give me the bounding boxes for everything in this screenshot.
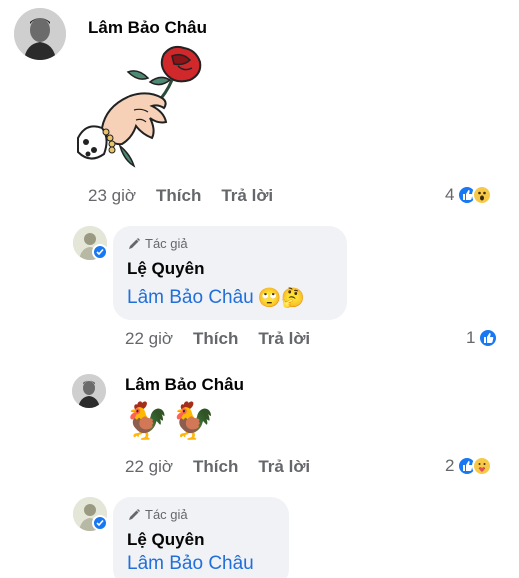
like-button[interactable]: Thích (156, 186, 201, 206)
comment-author-name[interactable]: Lâm Bảo Châu (125, 375, 244, 395)
rooster-emoji-text: 🐓🐓 (124, 401, 218, 442)
reaction-summary[interactable]: 4 (445, 185, 493, 205)
comment-emoji: 🙄🤔 (257, 287, 306, 309)
like-button[interactable]: Thích (193, 329, 238, 349)
hand-holding-rose-sticker (72, 42, 206, 168)
wow-reaction-icon (472, 185, 493, 205)
author-tag: Tác giả (127, 507, 188, 522)
reaction-count: 4 (445, 185, 455, 204)
author-tag: Tác giả (127, 236, 188, 251)
reply-button[interactable]: Trả lời (258, 457, 310, 477)
comment-timestamp[interactable]: 22 giờ (125, 329, 173, 349)
pencil-icon (129, 237, 140, 249)
comment-author-name[interactable]: Lệ Quyên (127, 530, 204, 550)
avatar[interactable] (72, 374, 106, 408)
verified-badge-icon (92, 515, 108, 531)
comment-bubble: Tác giả Lệ Quyên Lâm Bảo Châu (113, 497, 289, 578)
comment-bubble: Tác giả Lệ Quyên Lâm Bảo Châu 🙄🤔 (113, 226, 347, 320)
comment-timestamp[interactable]: 22 giờ (125, 457, 173, 477)
comment-timestamp[interactable]: 23 giờ (88, 186, 136, 206)
reaction-summary[interactable]: 2 (445, 456, 493, 476)
reaction-summary[interactable]: 1 (466, 328, 499, 348)
reply-button[interactable]: Trả lời (258, 329, 310, 349)
reply-button[interactable]: Trả lời (221, 186, 273, 206)
author-tag-label: Tác giả (145, 507, 188, 522)
care-reaction-icon (472, 456, 493, 476)
comment-author-name[interactable]: Lệ Quyên (127, 259, 204, 279)
avatar[interactable] (14, 8, 66, 60)
like-button[interactable]: Thích (193, 457, 238, 477)
like-reaction-icon (478, 328, 499, 348)
author-tag-label: Tác giả (145, 236, 188, 251)
mention-link[interactable]: Lâm Bảo Châu (127, 287, 254, 309)
verified-badge-icon (92, 244, 108, 260)
mention-link[interactable]: Lâm Bảo Châu (127, 553, 254, 575)
pencil-icon (129, 508, 140, 520)
comment-author-name[interactable]: Lâm Bảo Châu (88, 18, 207, 38)
reaction-count: 2 (445, 456, 455, 475)
reaction-count: 1 (466, 328, 476, 347)
